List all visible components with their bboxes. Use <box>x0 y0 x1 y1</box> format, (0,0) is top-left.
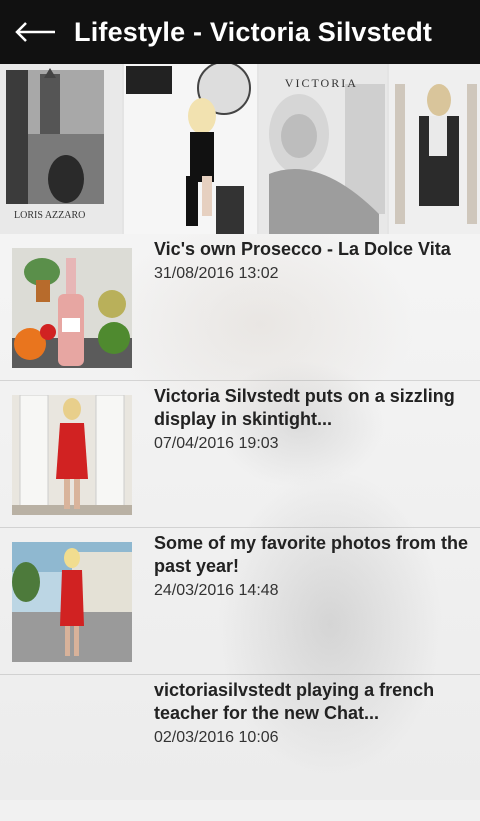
post-thumbnail[interactable] <box>12 395 132 515</box>
back-button[interactable] <box>6 0 66 64</box>
gallery-thumb-4[interactable] <box>389 64 480 234</box>
post-text: Victoria Silvstedt puts on a sizzling di… <box>154 385 480 453</box>
gallery-caption: VICTORIA <box>284 76 358 90</box>
list-item[interactable]: Some of my favorite photos from the past… <box>0 528 480 675</box>
post-title: Victoria Silvstedt puts on a sizzling di… <box>154 386 455 429</box>
post-thumbnail[interactable] <box>12 248 132 368</box>
post-date: 31/08/2016 13:02 <box>154 265 279 282</box>
list-item[interactable]: Victoria Silvstedt puts on a sizzling di… <box>0 381 480 528</box>
list-item[interactable]: Vic's own Prosecco - La Dolce Vita 31/08… <box>0 234 480 381</box>
gallery-thumb-3[interactable]: VICTORIA <box>258 64 390 234</box>
prosecco-photo <box>12 248 132 368</box>
ad-photo-4 <box>389 64 480 234</box>
red-dress-photo <box>12 395 132 515</box>
page-title: Lifestyle - Victoria Silvstedt <box>74 16 433 47</box>
list-item[interactable]: victoriasilvstedt playing a french teach… <box>0 675 480 821</box>
post-text: Some of my favorite photos from the past… <box>154 532 480 600</box>
post-text: victoriasilvstedt playing a french teach… <box>154 679 480 747</box>
ad-photo-2 <box>124 64 257 234</box>
post-title: Some of my favorite photos from the past… <box>154 533 469 576</box>
favorites-photo <box>12 542 132 662</box>
ad-photo-1 <box>6 68 104 204</box>
post-text: Vic's own Prosecco - La Dolce Vita 31/08… <box>154 238 480 283</box>
gallery-thumb-1[interactable]: LORIS AZZARO <box>0 64 125 234</box>
gallery-caption: LORIS AZZARO <box>14 210 86 221</box>
post-list: Vic's own Prosecco - La Dolce Vita 31/08… <box>0 234 480 821</box>
post-date: 02/03/2016 10:06 <box>154 729 279 746</box>
top-app-bar: Lifestyle - Victoria Silvstedt <box>0 0 480 64</box>
post-title: Vic's own Prosecco - La Dolce Vita <box>154 239 451 259</box>
post-title: victoriasilvstedt playing a french teach… <box>154 680 435 723</box>
gallery-thumb-2[interactable] <box>124 64 259 234</box>
back-arrow-icon <box>15 22 55 42</box>
image-gallery[interactable]: LORIS AZZARO VICTORIA <box>0 64 480 234</box>
post-thumbnail[interactable] <box>12 542 132 662</box>
post-date: 07/04/2016 19:03 <box>154 435 279 452</box>
post-date: 24/03/2016 14:48 <box>154 582 279 599</box>
